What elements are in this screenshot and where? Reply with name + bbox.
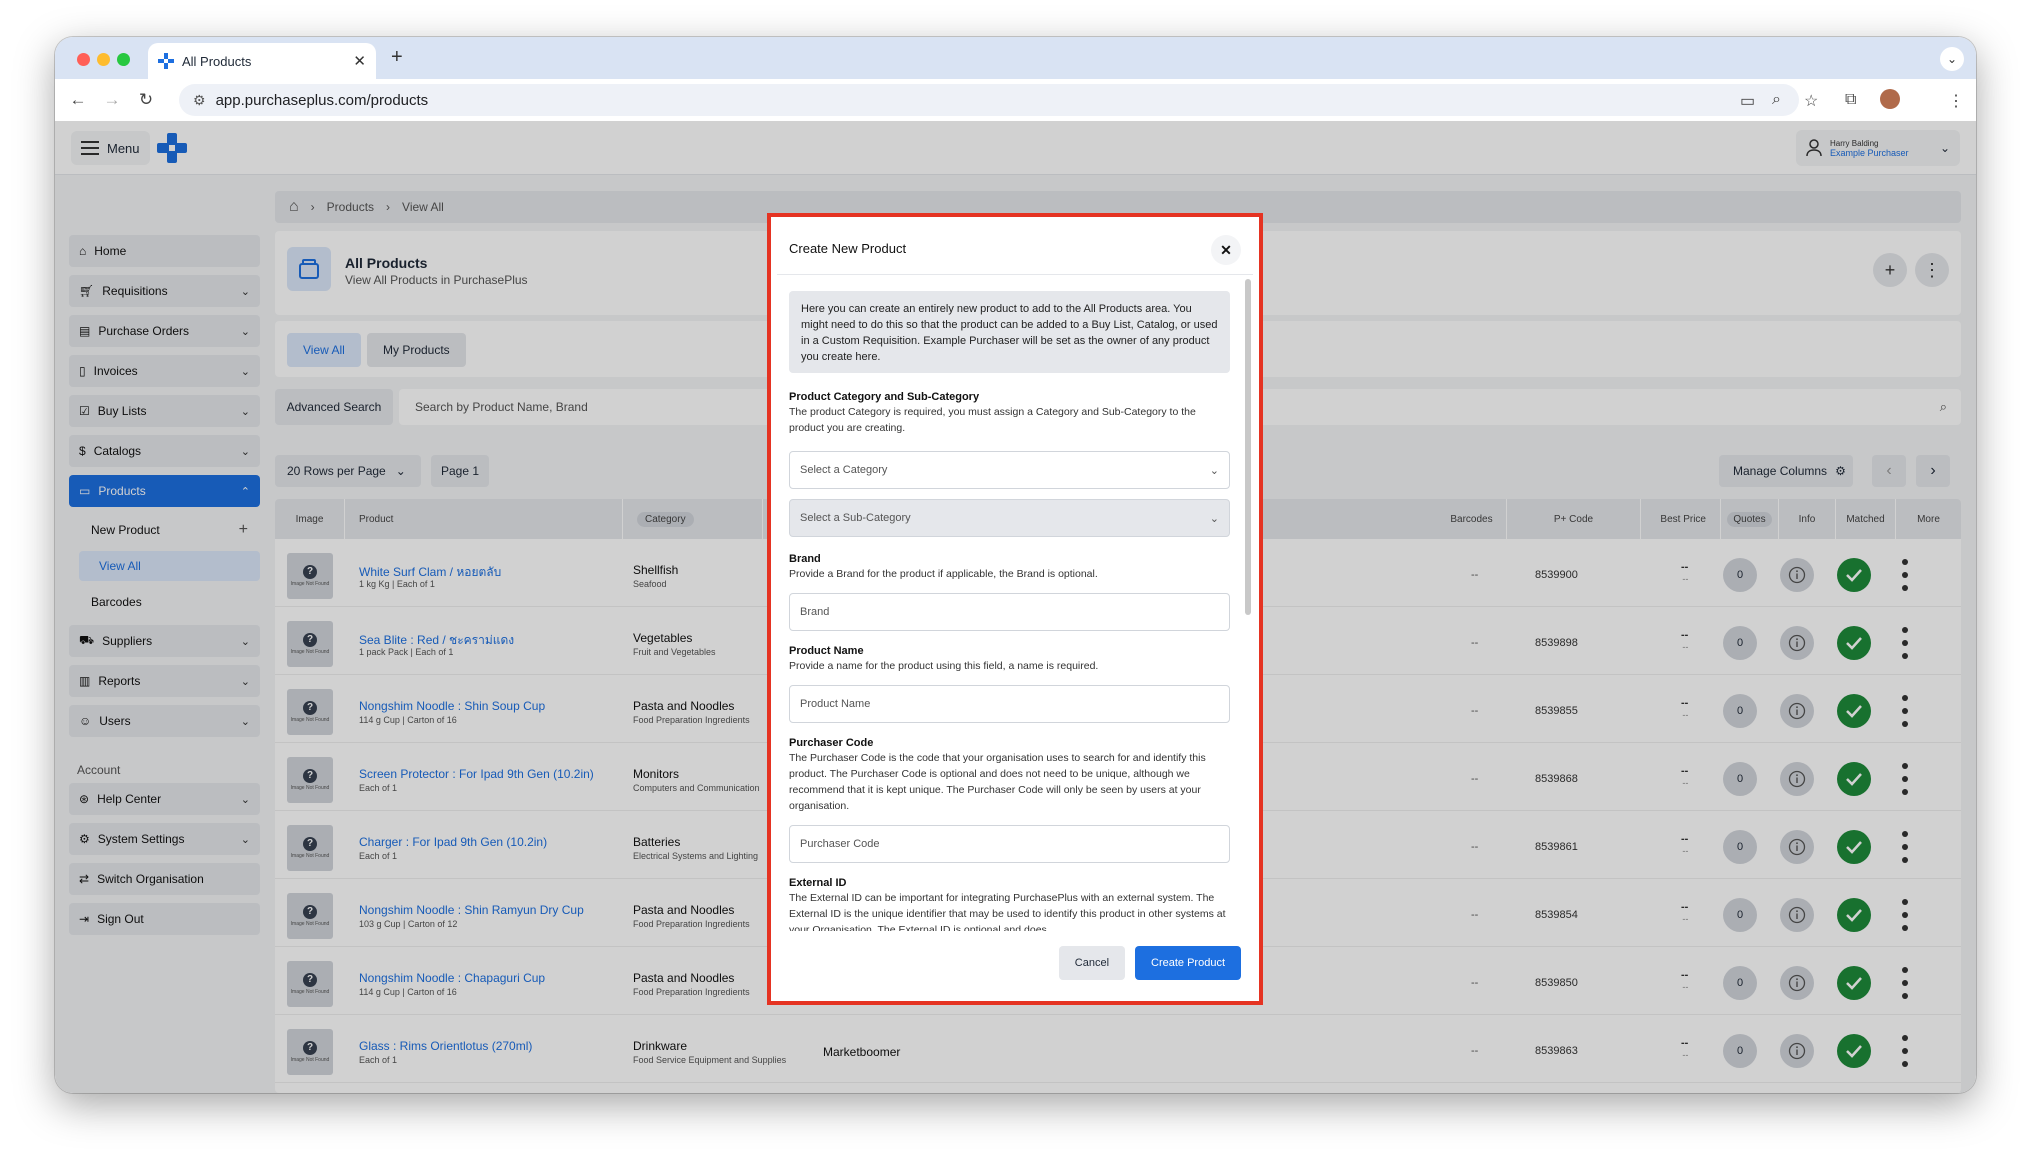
browser-tab[interactable]: All Products ✕ xyxy=(148,43,376,79)
modal-title: Create New Product xyxy=(789,241,907,256)
external-id-description: The External ID can be important for int… xyxy=(789,892,1226,931)
purchaser-code-section: Purchaser Code The Purchaser Code is the… xyxy=(789,737,1230,814)
browser-window: All Products ✕ + ⌄ ← → ↻ ⚙ app.purchasep… xyxy=(55,37,1976,1093)
extensions-icon[interactable]: ⧉ xyxy=(1845,91,1856,109)
brand-placeholder: Brand xyxy=(800,606,830,618)
category-label: Product Category and Sub-Category xyxy=(789,391,980,403)
product-name-section: Product Name Provide a name for the prod… xyxy=(789,645,1230,674)
purchaser-code-placeholder: Purchaser Code xyxy=(800,838,880,850)
minimize-window-button[interactable] xyxy=(97,53,110,66)
bookmark-star-icon[interactable]: ☆ xyxy=(1804,91,1818,111)
maximize-window-button[interactable] xyxy=(117,53,130,66)
close-tab-icon[interactable]: ✕ xyxy=(353,52,366,70)
cast-icon[interactable]: ▭ xyxy=(1740,91,1755,111)
scrollbar-thumb[interactable] xyxy=(1245,279,1251,615)
brand-label: Brand xyxy=(789,553,821,565)
chevron-down-icon: ⌄ xyxy=(1209,512,1219,525)
create-product-button[interactable]: Create Product xyxy=(1135,946,1241,980)
brand-section: Brand Provide a Brand for the product if… xyxy=(789,553,1230,582)
modal-highlight-frame: Create New Product ✕ Here you can create… xyxy=(767,213,1263,1005)
back-icon[interactable]: ← xyxy=(61,90,95,110)
modal-header: Create New Product ✕ xyxy=(777,223,1253,275)
browser-toolbar: ← → ↻ ⚙ app.purchaseplus.com/products ▭ … xyxy=(55,79,1976,121)
brand-input[interactable]: Brand xyxy=(789,593,1230,631)
tab-strip: All Products ✕ + ⌄ xyxy=(55,37,1976,79)
modal-intro: Here you can create an entirely new prod… xyxy=(789,291,1230,373)
sub-category-placeholder: Select a Sub-Category xyxy=(800,512,911,524)
modal-scrollbar[interactable] xyxy=(1243,275,1253,931)
external-id-section: External ID The External ID can be impor… xyxy=(789,877,1230,931)
brand-description: Provide a Brand for the product if appli… xyxy=(789,568,1098,580)
modal-body: Here you can create an entirely new prod… xyxy=(777,275,1243,931)
modal-footer: Cancel Create Product xyxy=(777,931,1253,995)
product-name-placeholder: Product Name xyxy=(800,698,871,710)
category-select[interactable]: Select a Category ⌄ xyxy=(789,451,1230,489)
category-description: The product Category is required, you mu… xyxy=(789,406,1196,434)
new-tab-icon[interactable]: + xyxy=(391,46,403,69)
url-text: app.purchaseplus.com/products xyxy=(215,91,429,109)
zoom-icon[interactable]: ⌕ xyxy=(1772,91,1781,109)
tab-search-icon[interactable]: ⌄ xyxy=(1940,47,1964,71)
product-name-input[interactable]: Product Name xyxy=(789,685,1230,723)
close-window-button[interactable] xyxy=(77,53,90,66)
browser-menu-icon[interactable]: ⋮ xyxy=(1948,91,1964,111)
purchaser-code-input[interactable]: Purchaser Code xyxy=(789,825,1230,863)
external-id-label: External ID xyxy=(789,877,847,889)
address-bar[interactable]: ⚙ app.purchaseplus.com/products xyxy=(179,84,1799,116)
tab-title: All Products xyxy=(182,53,252,69)
product-name-description: Provide a name for the product using thi… xyxy=(789,660,1099,672)
profile-avatar[interactable] xyxy=(1880,89,1900,109)
cancel-button[interactable]: Cancel xyxy=(1058,946,1126,980)
category-section: Product Category and Sub-Category The pr… xyxy=(789,391,1230,436)
purchaseplus-favicon-icon xyxy=(158,53,174,69)
site-info-icon[interactable]: ⚙ xyxy=(193,92,206,109)
product-name-label: Product Name xyxy=(789,645,864,657)
reload-icon[interactable]: ↻ xyxy=(129,90,163,110)
create-product-modal: Create New Product ✕ Here you can create… xyxy=(777,223,1253,995)
category-placeholder: Select a Category xyxy=(800,464,888,476)
close-icon[interactable]: ✕ xyxy=(1211,235,1241,265)
purchaser-code-label: Purchaser Code xyxy=(789,737,874,749)
chevron-down-icon: ⌄ xyxy=(1209,464,1219,477)
forward-icon[interactable]: → xyxy=(95,90,129,110)
purchaser-code-description: The Purchaser Code is the code that your… xyxy=(789,752,1206,812)
sub-category-select[interactable]: Select a Sub-Category ⌄ xyxy=(789,499,1230,537)
